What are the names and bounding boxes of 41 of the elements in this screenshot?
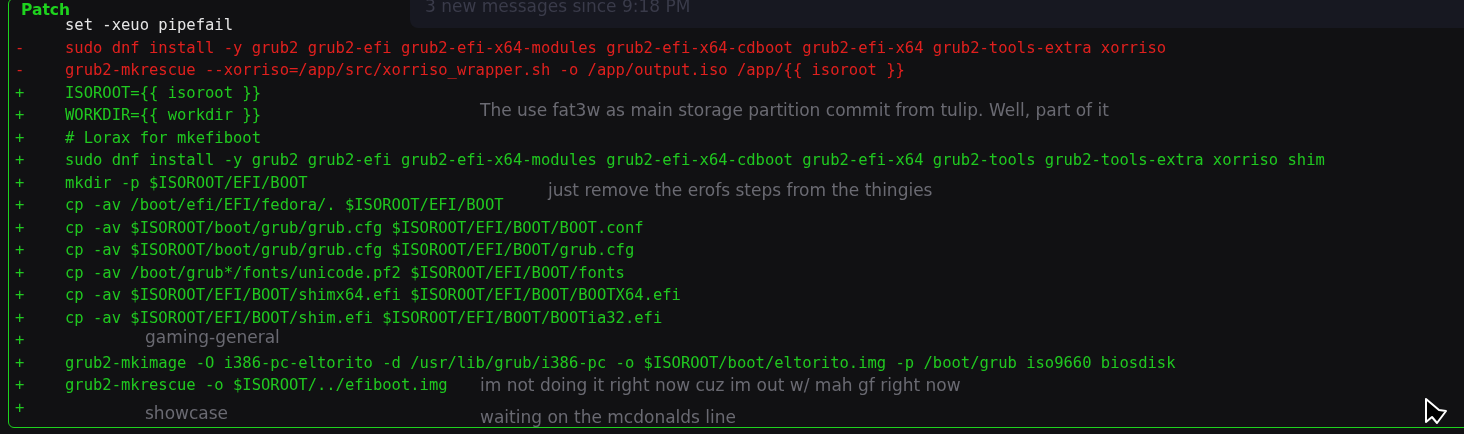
code-line: sudo dnf install -y grub2 grub2-efi grub2-efi-x64-modules grub2-efi-x64-cdboot grub2-efi-x64 grub2-tools grub2-tools-extra xorriso shim [65,150,1325,172]
diff-marker: + [15,286,25,305]
diff-marker: + [15,106,25,125]
chat-message: im not doing it right now cuz im out w/ mah gf right now [480,374,961,396]
code-line: cp -av $ISOROOT/boot/grub/grub.cfg $ISOROOT/EFI/BOOT/BOOT.conf [65,217,644,239]
code-line: cp -av /boot/grub*/fonts/unicode.pf2 $ISOROOT/EFI/BOOT/fonts [65,262,625,284]
diff-marker: + [15,128,25,147]
chat-message: The use fat3w as main storage partition commit from tulip. Well, part of it [480,99,1109,121]
chat-message: just remove the erofs steps from the thingies [548,179,933,201]
diff-marker: + [15,241,25,260]
code-line: cp -av $ISOROOT/EFI/BOOT/shimx64.efi $ISOROOT/EFI/BOOT/BOOTX64.efi [65,285,681,307]
diff-marker: + [15,331,25,350]
diff-marker: + [15,263,25,282]
code-line: cp -av /boot/efi/EFI/fedora/. $ISOROOT/EFI/BOOT [65,195,504,217]
diff-marker: - [15,61,25,80]
channel-name: gaming-general [145,326,280,348]
code-line: ISOROOT={{ isoroot }} [65,82,261,104]
code-line: WORKDIR={{ workdir }} [65,105,261,127]
code-line: grub2-mkrescue --xorriso=/app/src/xorriso_wrapper.sh -o /app/output.iso /app/{{ isoroot }} [65,60,905,82]
code-line: set -xeuo pipefail [65,15,233,37]
cursor-icon [1424,397,1448,425]
diff-marker: + [15,376,25,395]
diff-marker: + [15,83,25,102]
code-line: sudo dnf install -y grub2 grub2-efi grub2-efi-x64-modules grub2-efi-x64-cdboot grub2-efi-x64 grub2-tools-extra xorriso [65,37,1167,59]
code-line: # Lorax for mkefiboot [65,127,261,149]
code-line: grub2-mkimage -O i386-pc-eltorito -d /usr/lib/grub/i386-pc -o $ISOROOT/boot/eltorito.img -p /boot/grub iso9660 biosdisk [65,352,1176,374]
diff-marker: - [15,38,25,57]
chat-message: waiting on the mcdonalds line [480,406,737,428]
code-line: cp -av $ISOROOT/EFI/BOOT/shim.efi $ISOROOT/EFI/BOOT/BOOTia32.efi [65,307,663,329]
diff-marker: + [15,308,25,327]
channel-name: showcase [145,402,229,424]
code-line: mkdir -p $ISOROOT/EFI/BOOT [65,172,308,194]
code-line: grub2-mkrescue -o $ISOROOT/../efiboot.img [65,375,448,397]
diff-marker: + [15,173,25,192]
diff-marker: + [15,398,25,417]
code-line: cp -av $ISOROOT/boot/grub/grub.cfg $ISOROOT/EFI/BOOT/grub.cfg [65,240,635,262]
panel-title: Patch [21,2,71,18]
diff-marker: + [15,353,25,372]
diff-marker: + [15,196,25,215]
diff-marker: + [15,218,25,237]
diff-marker: + [15,151,25,170]
